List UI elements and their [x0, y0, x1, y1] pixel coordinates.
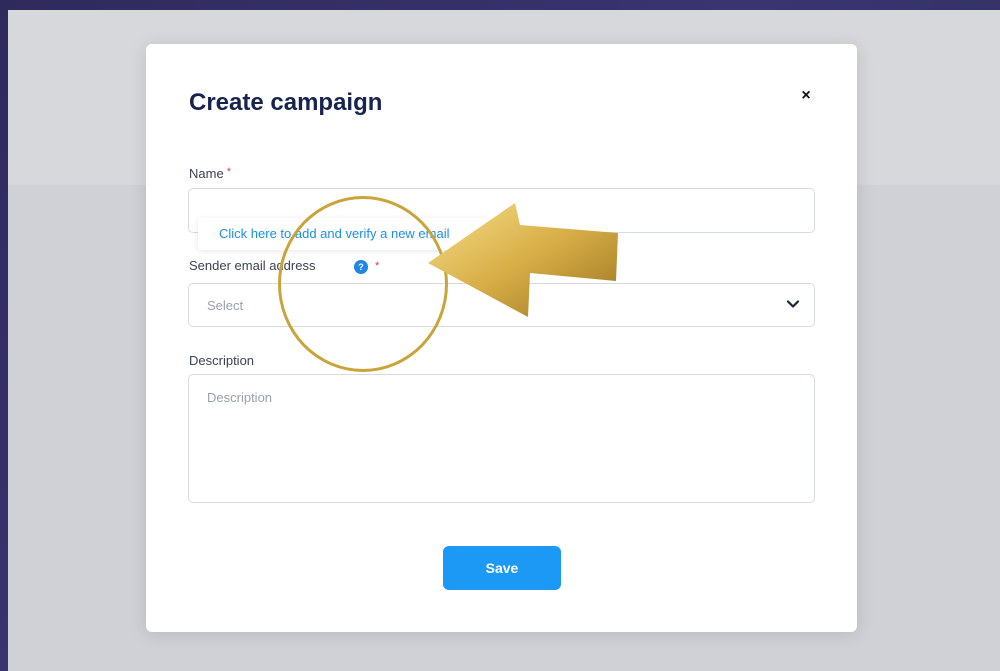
- sender-email-label: Sender email address: [189, 258, 315, 273]
- description-placeholder: Description: [207, 390, 273, 405]
- description-label: Description: [189, 353, 255, 368]
- modal-title: Create campaign: [189, 89, 383, 116]
- description-textarea[interactable]: Description: [188, 374, 815, 503]
- name-label-text: Name: [189, 166, 224, 181]
- name-required-marker: *: [226, 166, 231, 178]
- info-icon[interactable]: ?: [354, 260, 368, 274]
- add-email-link[interactable]: Click here to add and verify a new email: [198, 218, 488, 250]
- create-campaign-modal: Create campaign × Name * Sender email add…: [146, 44, 857, 632]
- sender-email-label-text: Sender email address: [189, 258, 316, 273]
- close-icon[interactable]: ×: [796, 86, 816, 106]
- sender-email-placeholder: Select: [207, 298, 244, 313]
- save-button[interactable]: Save: [443, 546, 561, 590]
- name-label: Name *: [189, 166, 231, 181]
- chevron-down-icon: [786, 300, 800, 308]
- sender-email-select[interactable]: Select: [188, 283, 815, 327]
- sender-email-required-marker: *: [375, 260, 380, 272]
